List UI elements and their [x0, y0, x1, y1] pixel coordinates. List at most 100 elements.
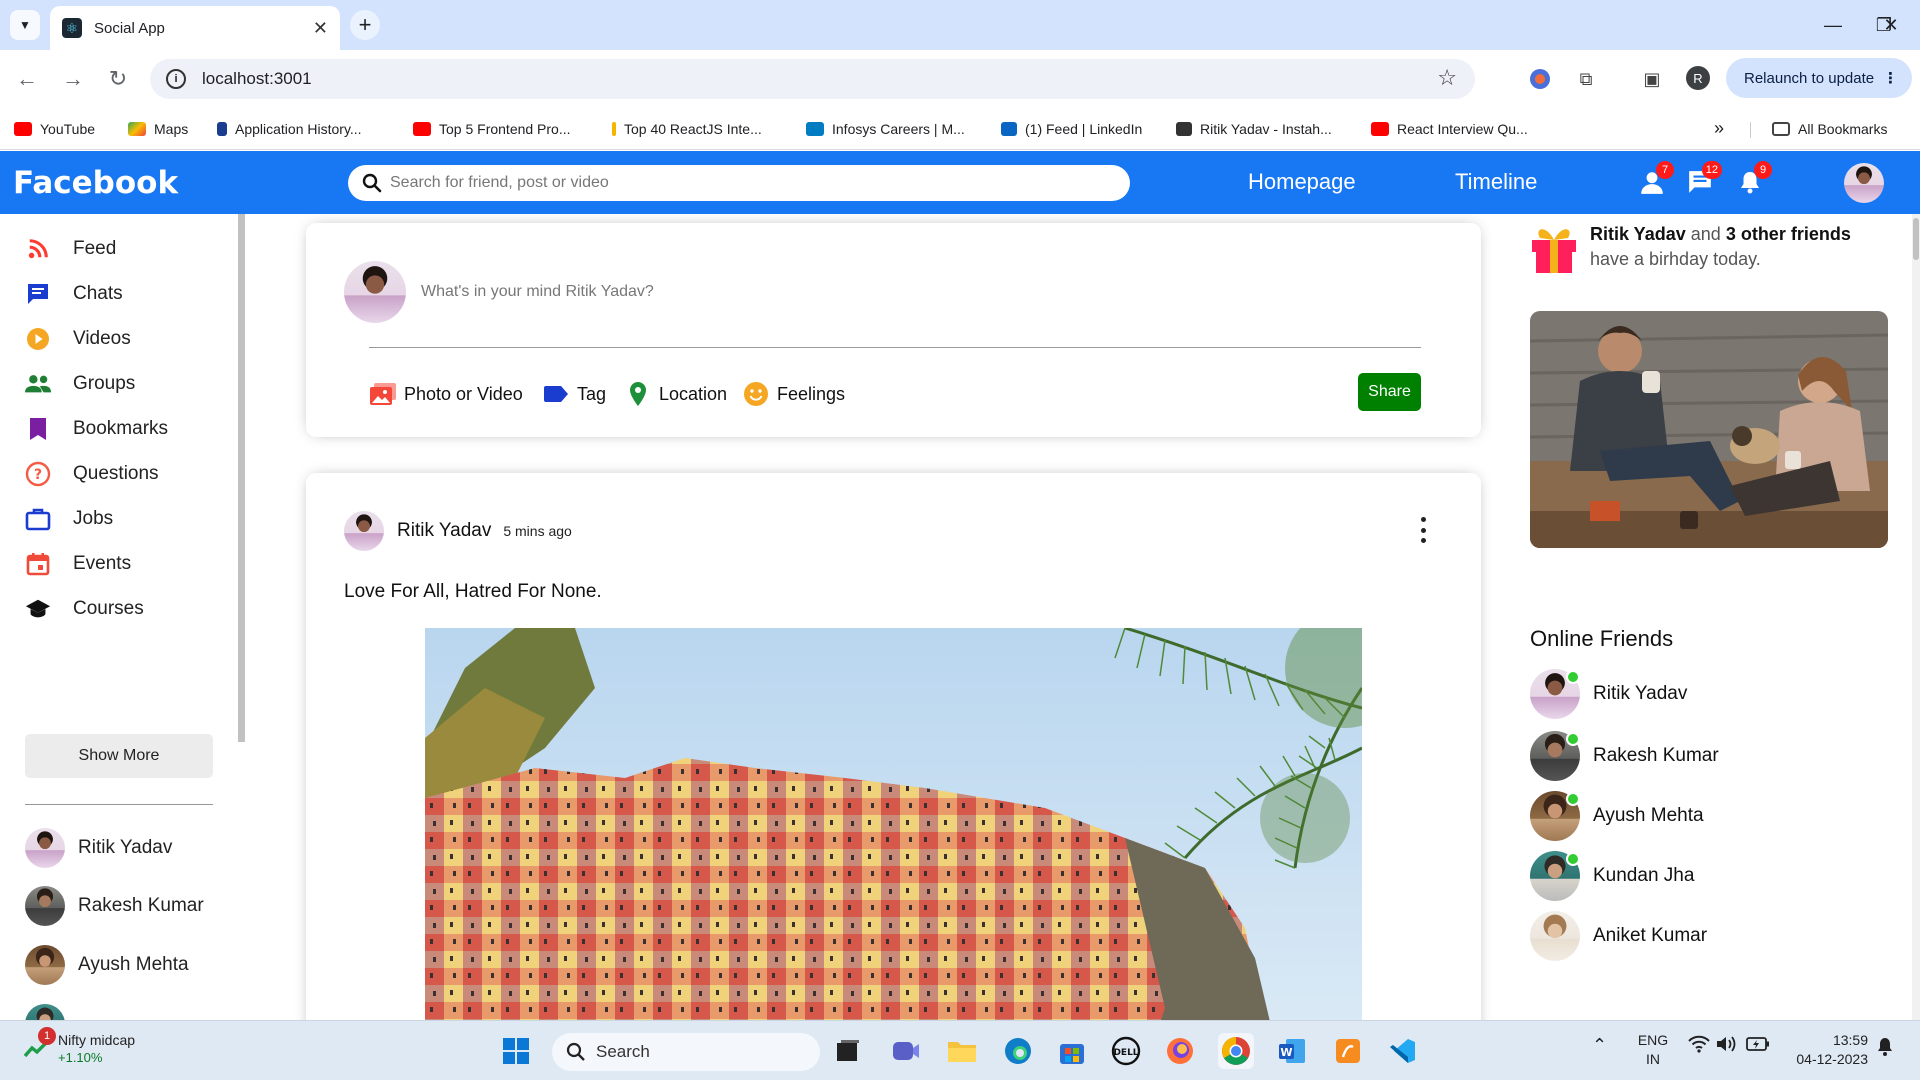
sidebar-scrollbar[interactable]: [238, 214, 245, 742]
bookmark-star-icon[interactable]: ☆: [1437, 65, 1457, 91]
sidebar-friend-item-partial[interactable]: [25, 1002, 78, 1020]
bookmark-top40-reactjs[interactable]: Top 40 ReactJS Inte...: [612, 118, 762, 140]
bookmarks-overflow-icon[interactable]: »: [1714, 118, 1724, 139]
extension-circle-icon[interactable]: [1526, 65, 1554, 93]
site-info-icon[interactable]: i: [166, 69, 186, 89]
reload-icon[interactable]: ↻: [103, 64, 133, 94]
side-panel-icon[interactable]: ▣: [1638, 65, 1666, 93]
ad-image[interactable]: [1530, 311, 1888, 548]
teams-meet-icon[interactable]: [888, 1033, 924, 1069]
online-friend-item[interactable]: Ritik Yadav: [1530, 668, 1687, 720]
new-tab-button[interactable]: +: [350, 10, 380, 40]
vscode-icon[interactable]: [1384, 1033, 1420, 1069]
wifi-icon[interactable]: [1688, 1035, 1710, 1056]
notifications-button[interactable]: 9: [1734, 161, 1772, 197]
volume-icon[interactable]: [1716, 1035, 1738, 1056]
avatar[interactable]: [344, 511, 384, 551]
bookmark-infosys-careers[interactable]: Infosys Careers | M...: [806, 118, 965, 140]
bookmark-application-history[interactable]: Application History...: [217, 118, 362, 140]
microsoft-store-icon[interactable]: [1054, 1033, 1090, 1069]
show-hidden-icons-chevron-icon[interactable]: ⌃: [1592, 1035, 1607, 1056]
chrome-icon[interactable]: [1218, 1033, 1254, 1069]
share-option-photo[interactable]: Photo or Video: [369, 381, 523, 407]
sidebar-item-feed[interactable]: Feed: [25, 234, 116, 264]
sidebar-item-courses[interactable]: Courses: [25, 594, 144, 624]
share-button[interactable]: Share: [1358, 373, 1421, 411]
notification-bell-icon[interactable]: [1876, 1037, 1894, 1060]
bookmark-linkedin-feed[interactable]: (1) Feed | LinkedIn: [1001, 118, 1142, 140]
sidebar-item-jobs[interactable]: Jobs: [25, 504, 113, 534]
share-option-tag[interactable]: Tag: [542, 381, 606, 407]
page-scrollbar[interactable]: [1912, 214, 1920, 1020]
address-bar[interactable]: i localhost:3001 ☆: [150, 59, 1475, 99]
show-more-button[interactable]: Show More: [25, 734, 213, 778]
forward-arrow-icon[interactable]: →: [58, 64, 88, 94]
file-explorer-icon[interactable]: [944, 1033, 980, 1069]
tab-search-dropdown[interactable]: ▼: [10, 10, 40, 40]
taskbar-search[interactable]: Search: [552, 1033, 820, 1071]
minimize-button[interactable]: —: [1813, 10, 1853, 40]
search-bar[interactable]: [348, 165, 1130, 201]
nav-timeline-link[interactable]: Timeline: [1455, 169, 1537, 195]
edge-browser-icon[interactable]: [1000, 1033, 1036, 1069]
all-bookmarks-button[interactable]: All Bookmarks: [1772, 118, 1887, 140]
sidebar-item-chats[interactable]: Chats: [25, 279, 123, 309]
share-input[interactable]: [421, 283, 1161, 301]
more-menu-icon[interactable]: ⋮: [1883, 69, 1898, 87]
task-view-icon[interactable]: [830, 1033, 866, 1069]
share-option-location[interactable]: Location: [624, 381, 727, 407]
sidebar-friend-item[interactable]: Ritik Yadav: [25, 826, 172, 870]
sidebar-item-groups[interactable]: Groups: [25, 369, 135, 399]
bookmark-react-interview[interactable]: React Interview Qu...: [1371, 118, 1528, 140]
youtube-icon: [1371, 122, 1389, 136]
share-option-feelings[interactable]: Feelings: [742, 381, 845, 407]
sidebar-item-videos[interactable]: Videos: [25, 324, 131, 354]
language-indicator[interactable]: ENG IN: [1636, 1031, 1670, 1069]
profile-avatar[interactable]: R: [1686, 66, 1710, 90]
online-friend-item[interactable]: Rakesh Kumar: [1530, 730, 1719, 782]
online-friend-item[interactable]: Aniket Kumar: [1530, 910, 1707, 962]
sidebar-friend-item[interactable]: Ayush Mehta: [25, 943, 189, 987]
sidebar-item-questions[interactable]: ? Questions: [25, 459, 159, 489]
more-vertical-icon[interactable]: [1418, 517, 1428, 543]
windows-start-icon[interactable]: [498, 1033, 534, 1069]
relaunch-button[interactable]: Relaunch to update ⋮: [1726, 58, 1912, 98]
bookmark-youtube[interactable]: YouTube: [14, 118, 95, 140]
word-icon[interactable]: W: [1274, 1033, 1310, 1069]
sidebar-item-events[interactable]: Events: [25, 549, 131, 579]
stock-widget[interactable]: 1 Nifty midcap +1.10%: [24, 1027, 135, 1067]
search-input[interactable]: [390, 174, 1130, 192]
relaunch-label: Relaunch to update: [1744, 69, 1875, 87]
post-image[interactable]: [425, 628, 1362, 1020]
bookmark-maps[interactable]: Maps: [128, 118, 188, 140]
sidebar-friend-item[interactable]: Rakesh Kumar: [25, 884, 204, 928]
online-friend-item[interactable]: Kundan Jha: [1530, 850, 1694, 902]
online-friend-item[interactable]: Ayush Mehta: [1530, 790, 1704, 842]
scrollbar-thumb[interactable]: [1913, 218, 1919, 260]
friend-requests-button[interactable]: 7: [1636, 161, 1674, 197]
browser-tab-bar: ▼ ⚛ Social App ✕ + — ❐: [0, 0, 1920, 50]
online-status-dot: [1566, 732, 1580, 746]
birthday-others[interactable]: 3 other friends: [1726, 224, 1851, 244]
avatar[interactable]: [344, 261, 406, 323]
sidebar-item-bookmarks[interactable]: Bookmarks: [25, 414, 168, 444]
user-avatar[interactable]: [1844, 163, 1884, 203]
close-window-icon[interactable]: ✕: [1871, 10, 1911, 40]
battery-icon[interactable]: [1746, 1035, 1770, 1056]
nav-homepage-link[interactable]: Homepage: [1248, 169, 1356, 195]
tab-close-icon[interactable]: ✕: [313, 18, 328, 39]
firefox-icon[interactable]: [1162, 1033, 1198, 1069]
dell-icon[interactable]: DELL: [1108, 1033, 1144, 1069]
pdf-reader-icon[interactable]: [1330, 1033, 1366, 1069]
messages-button[interactable]: 12: [1684, 161, 1722, 197]
taskbar-clock[interactable]: 13:59 04-12-2023: [1788, 1031, 1868, 1069]
app-logo[interactable]: Facebook: [13, 165, 178, 201]
post-username[interactable]: Ritik Yadav: [397, 520, 491, 542]
birthday-name[interactable]: Ritik Yadav: [1590, 224, 1686, 244]
browser-tab-active[interactable]: ⚛ Social App ✕: [50, 6, 340, 50]
extensions-puzzle-icon[interactable]: ⧉: [1572, 65, 1600, 93]
share-box: Photo or Video Tag Location Feelings Sha…: [306, 223, 1481, 437]
back-arrow-icon[interactable]: ←: [12, 64, 42, 94]
bookmark-instagram[interactable]: Ritik Yadav - Instah...: [1176, 118, 1332, 140]
bookmark-top5-frontend[interactable]: Top 5 Frontend Pro...: [413, 118, 571, 140]
